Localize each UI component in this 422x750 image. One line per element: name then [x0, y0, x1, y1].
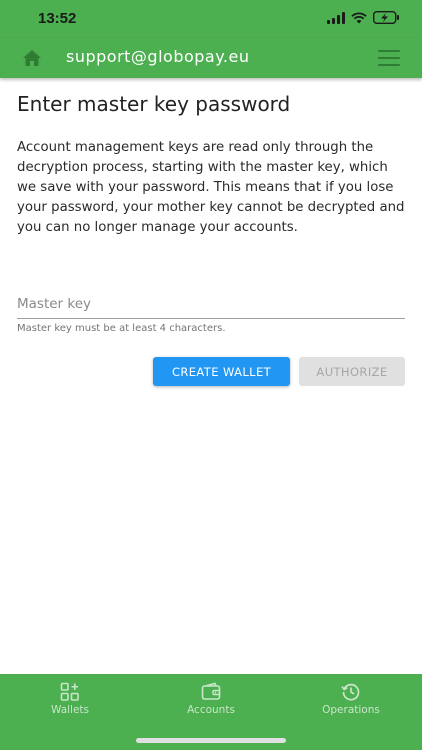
history-icon: [341, 683, 360, 701]
app-bar: support@globopay.eu: [0, 38, 422, 78]
status-time: 13:52: [38, 10, 77, 27]
master-key-hint: Master key must be at least 4 characters…: [17, 323, 226, 334]
wifi-icon: [351, 11, 367, 23]
hamburger-menu-icon: [378, 64, 400, 66]
hamburger-menu-icon: [378, 57, 400, 59]
wallet-icon: [201, 682, 221, 700]
menu-button[interactable]: [378, 50, 400, 66]
home-icon: [23, 50, 41, 66]
home-button[interactable]: [20, 47, 44, 69]
nav-item-wallets[interactable]: Wallets: [20, 682, 120, 716]
master-key-input[interactable]: [17, 292, 405, 316]
authorize-button[interactable]: AUTHORIZE: [299, 357, 405, 386]
master-key-field: [17, 292, 405, 319]
description-text: Account management keys are read only th…: [17, 140, 405, 235]
status-icons: [327, 11, 400, 24]
home-indicator: [136, 738, 286, 743]
nav-label-accounts: Accounts: [187, 704, 235, 716]
page-title: Enter master key password: [17, 92, 291, 116]
wallets-grid-icon: [60, 682, 79, 701]
battery-charging-icon: [373, 11, 399, 24]
nav-label-wallets: Wallets: [50, 704, 90, 716]
hamburger-menu-icon: [378, 50, 400, 52]
create-wallet-button[interactable]: CREATE WALLET: [153, 357, 290, 386]
app-title: support@globopay.eu: [66, 47, 250, 66]
nav-item-accounts[interactable]: Accounts: [161, 682, 261, 716]
status-bar: 13:52: [0, 0, 422, 38]
cellular-signal-icon: [327, 11, 345, 24]
nav-label-operations: Operations: [322, 704, 380, 716]
nav-item-operations[interactable]: Operations: [301, 682, 401, 716]
